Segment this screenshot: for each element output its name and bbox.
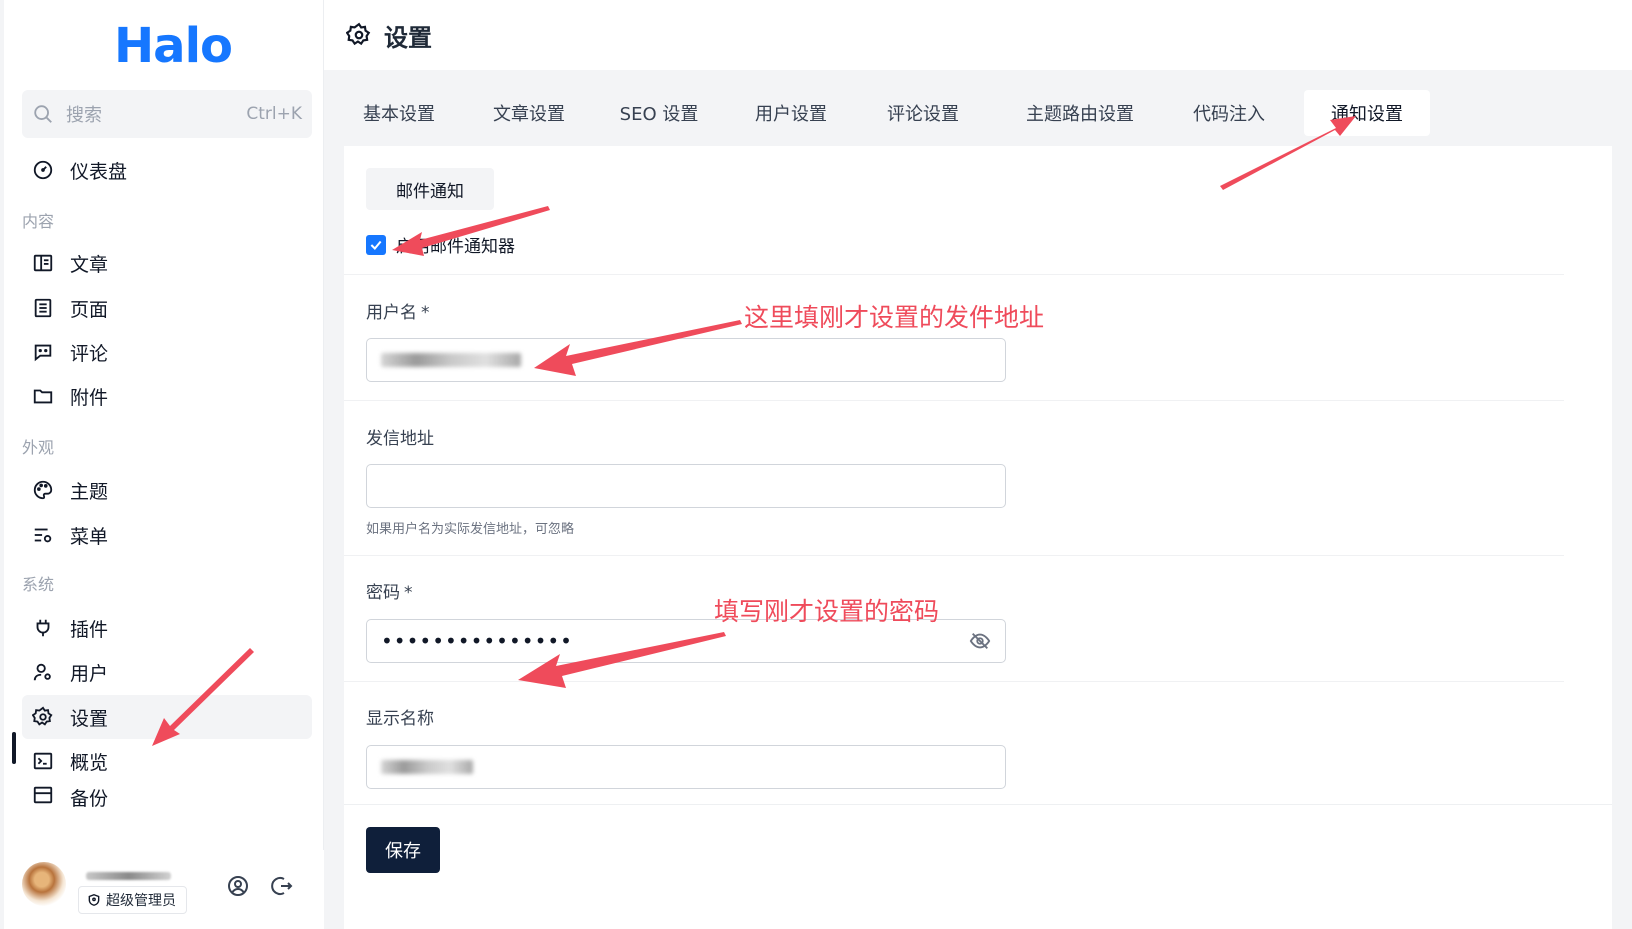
enable-notifier-row[interactable]: 启用邮件通知器 (366, 232, 515, 257)
user-panel: 超级管理员 (4, 850, 324, 929)
book-icon (33, 254, 53, 272)
role-label: 超级管理员 (106, 893, 176, 909)
sidebar-item-label: 主题 (70, 480, 109, 503)
enable-notifier-label: 启用邮件通知器 (396, 237, 515, 257)
active-indicator (12, 732, 16, 764)
tab-basic[interactable]: 基本设置 (344, 90, 454, 136)
divider (344, 555, 1564, 556)
settings-card: 基本设置 文章设置 SEO 设置 用户设置 评论设置 主题路由设置 代码注入 通… (344, 90, 1612, 929)
annotation-password: 填写刚才设置的密码 (714, 597, 940, 626)
display-name-input[interactable] (366, 745, 1006, 789)
subtab-email-notification[interactable]: 邮件通知 (366, 168, 494, 210)
app-window: Halo 搜索 Ctrl+K 仪表盘 内容 文章 页面 评论 附件 外观 主题 … (0, 0, 1632, 929)
display-name-label: 显示名称 (366, 709, 434, 729)
sidebar-item-overview[interactable]: 概览 (22, 739, 312, 783)
tab-comments[interactable]: 评论设置 (868, 90, 978, 136)
comment-icon (34, 344, 52, 362)
username-label-text: 用户名 (366, 303, 417, 323)
display-name-blurred-value (381, 760, 473, 774)
sidebar-item-label: 评论 (70, 342, 109, 365)
sidebar-item-attachments[interactable]: 附件 (22, 374, 312, 418)
tab-theme-routes[interactable]: 主题路由设置 (1000, 90, 1160, 136)
sidebar-item-users[interactable]: 用户 (22, 650, 312, 694)
page-header: 设置 (324, 0, 1632, 70)
search-placeholder: 搜索 (66, 105, 102, 126)
role-badge: 超级管理员 (78, 886, 187, 914)
tab-users[interactable]: 用户设置 (736, 90, 846, 136)
check-icon (370, 240, 382, 250)
password-label-text: 密码 (366, 583, 400, 603)
annotation-username: 这里填刚才设置的发件地址 (744, 303, 1045, 332)
folder-icon (33, 389, 53, 404)
sidebar-item-label: 附件 (70, 386, 109, 409)
username-input[interactable] (366, 338, 1006, 382)
backup-icon (33, 786, 53, 804)
divider (344, 681, 1564, 682)
eye-off-icon[interactable] (969, 630, 991, 652)
profile-icon[interactable] (226, 874, 250, 898)
sidebar: Halo 搜索 Ctrl+K 仪表盘 内容 文章 页面 评论 附件 外观 主题 … (4, 0, 324, 929)
sidebar-item-plugins[interactable]: 插件 (22, 606, 312, 650)
username-blurred (86, 872, 171, 880)
sidebar-item-themes[interactable]: 主题 (22, 468, 312, 512)
terminal-icon (33, 752, 53, 770)
divider (344, 400, 1564, 401)
tab-notifications[interactable]: 通知设置 (1304, 90, 1430, 136)
sidebar-item-label: 菜单 (70, 525, 109, 548)
sidebar-item-posts[interactable]: 文章 (22, 241, 312, 285)
required-mark: * (421, 303, 430, 323)
dashboard-icon (33, 160, 53, 180)
username-label: 用户名 * (366, 298, 430, 323)
sidebar-item-label: 插件 (70, 618, 109, 641)
tab-posts[interactable]: 文章设置 (474, 90, 584, 136)
sender-address-label: 发信地址 (366, 429, 434, 449)
sidebar-item-comments[interactable]: 评论 (22, 330, 312, 374)
username-blurred-value (381, 353, 521, 367)
form-footer: 保存 (344, 804, 1612, 929)
sidebar-item-pages[interactable]: 页面 (22, 286, 312, 330)
tab-seo[interactable]: SEO 设置 (604, 90, 714, 136)
shield-icon (88, 894, 100, 906)
avatar[interactable] (22, 862, 66, 906)
sidebar-item-settings[interactable]: 设置 (22, 695, 312, 739)
sidebar-item-label: 备份 (70, 788, 109, 810)
sender-address-hint: 如果用户名为实际发信地址，可忽略 (366, 522, 575, 537)
sidebar-item-label: 仪表盘 (70, 160, 128, 183)
tab-code-injection[interactable]: 代码注入 (1174, 90, 1284, 136)
plug-icon (36, 619, 50, 637)
search-box[interactable]: 搜索 Ctrl+K (22, 90, 312, 138)
search-shortcut: Ctrl+K (246, 104, 302, 124)
enable-notifier-checkbox[interactable] (366, 234, 386, 255)
divider (344, 274, 1564, 275)
required-mark: * (404, 583, 413, 603)
palette-icon (33, 480, 53, 500)
sidebar-item-menus[interactable]: 菜单 (22, 513, 312, 557)
gear-icon (32, 706, 53, 726)
menu-settings-icon (34, 528, 52, 543)
sidebar-item-label: 文章 (70, 253, 109, 276)
page-icon (34, 298, 52, 318)
user-icon (33, 663, 51, 681)
sidebar-item-label: 概览 (70, 751, 109, 774)
nav-group-content: 内容 (22, 212, 55, 231)
page-title: 设置 (384, 23, 432, 52)
logo: Halo (114, 18, 233, 74)
nav-group-appearance: 外观 (22, 438, 55, 457)
sidebar-item-backup[interactable]: 备份 (22, 780, 312, 810)
sidebar-item-label: 设置 (70, 707, 109, 730)
search-icon (34, 105, 52, 123)
password-value: ••••••••••••••• (381, 629, 573, 653)
settings-tabs: 基本设置 文章设置 SEO 设置 用户设置 评论设置 主题路由设置 代码注入 通… (344, 90, 1612, 146)
sender-address-input[interactable] (366, 464, 1006, 508)
gear-icon (346, 22, 371, 46)
save-button[interactable]: 保存 (366, 827, 440, 873)
sidebar-item-label: 页面 (70, 298, 109, 321)
sidebar-item-dashboard[interactable]: 仪表盘 (22, 148, 312, 192)
sidebar-item-label: 用户 (70, 662, 109, 685)
password-label: 密码 * (366, 578, 413, 603)
nav-group-system: 系统 (22, 575, 55, 594)
logout-icon[interactable] (270, 874, 294, 898)
